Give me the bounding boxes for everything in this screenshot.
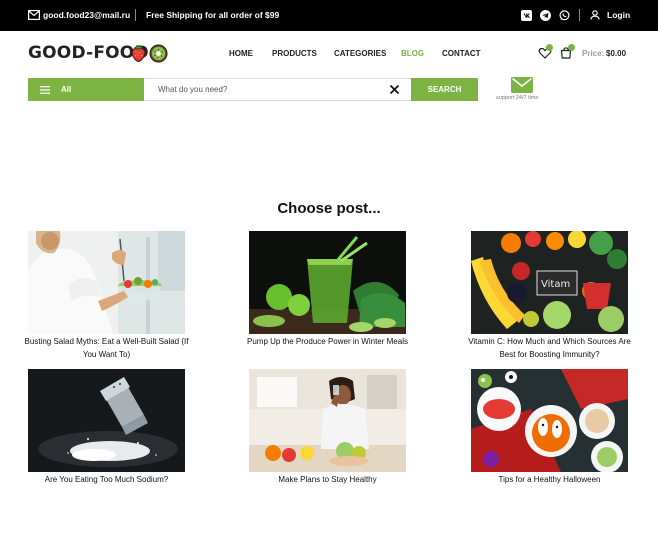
post-title[interactable]: Are You Eating Too Much Sodium? (22, 473, 191, 486)
top-bar: good.food23@mail.ru Free Shipping for al… (0, 0, 658, 31)
cart-badge (568, 44, 575, 51)
menu-icon (40, 86, 50, 94)
login-link[interactable]: Login (607, 10, 630, 20)
all-categories-button[interactable]: All (28, 78, 144, 101)
contact-email[interactable]: good.food23@mail.ru (43, 10, 130, 20)
svg-text:Vitam: Vitam (541, 279, 570, 290)
post-image-salt[interactable] (28, 369, 185, 472)
vk-icon[interactable] (521, 10, 532, 21)
kiwi-icon (149, 44, 168, 63)
nav-categories[interactable]: CATEGORIES (334, 49, 386, 58)
strawberry-icon (131, 45, 146, 63)
post-image-halloween[interactable] (471, 369, 628, 472)
page-title: Choose post... (277, 200, 381, 217)
nav-home[interactable]: HOME (229, 49, 253, 58)
all-categories-label: All (61, 85, 72, 94)
post-image-salad[interactable] (28, 231, 185, 334)
post-title[interactable]: Vitamin C: How Much and Which Sources Ar… (465, 335, 634, 361)
post-title[interactable]: Pump Up the Produce Power in Winter Meal… (243, 335, 412, 348)
close-icon[interactable] (389, 84, 400, 95)
user-icon[interactable] (590, 10, 600, 20)
mail-icon (28, 10, 40, 20)
whatsapp-icon[interactable] (559, 10, 570, 21)
wishlist-badge (546, 44, 553, 51)
post-title[interactable]: Tips for a Healthy Halloween (465, 473, 634, 486)
post-image-healthy[interactable] (249, 369, 406, 472)
telegram-icon[interactable] (540, 10, 551, 21)
price-value: $0.00 (606, 49, 627, 58)
envelope-icon[interactable] (511, 77, 533, 93)
search-input[interactable] (144, 78, 411, 101)
post-title[interactable]: Busting Salad Myths: Eat a Well-Built Sa… (22, 335, 191, 361)
nav-contact[interactable]: CONTACT (442, 49, 481, 58)
nav-blog[interactable]: BLOG (401, 49, 424, 58)
divider (135, 9, 136, 21)
shipping-notice: Free Shipping for all order of $99 (146, 10, 280, 20)
divider (579, 9, 580, 21)
post-image-smoothie[interactable] (249, 231, 406, 334)
post-image-vitamin[interactable]: Vitam (471, 231, 628, 334)
nav-products[interactable]: PRODUCTS (272, 49, 317, 58)
post-title[interactable]: Make Plans to Stay Healthy (243, 473, 412, 486)
support-text: support 24/7 time (496, 95, 539, 101)
price-label: Price: (582, 49, 605, 58)
search-button[interactable]: SEARCH (411, 78, 478, 101)
